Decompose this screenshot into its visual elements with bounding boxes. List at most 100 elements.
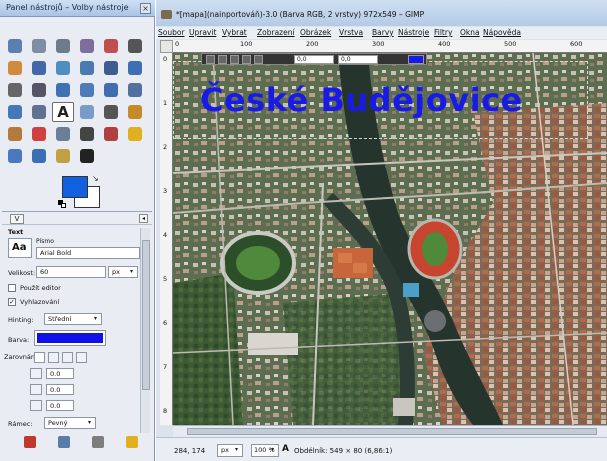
chevron-down-icon: ▾ (129, 268, 133, 275)
text-color-button[interactable] (34, 330, 106, 346)
image-canvas[interactable]: 0,0 0,0 České Budějovice (173, 53, 607, 425)
tool-glyph (8, 61, 22, 75)
perspective-icon[interactable] (124, 80, 146, 100)
scroll-thumb[interactable] (142, 240, 150, 390)
font-style-button[interactable] (206, 55, 215, 64)
scale-icon[interactable] (76, 80, 98, 100)
indent-input[interactable]: 0.0 (46, 368, 74, 379)
align-icon[interactable] (4, 80, 26, 100)
font-input[interactable]: Arial Bold (36, 247, 140, 259)
menu-item[interactable]: Upravit (189, 27, 216, 39)
menu-item[interactable]: Barvy (372, 27, 394, 39)
airbrush-icon[interactable] (52, 124, 74, 144)
swap-colors-icon[interactable]: ↘ (92, 174, 99, 183)
strike-button[interactable] (254, 55, 263, 64)
dodge-burn-icon[interactable] (124, 124, 146, 144)
measure-icon[interactable] (100, 58, 122, 78)
flip-icon[interactable] (4, 102, 26, 122)
heal-icon[interactable] (76, 102, 98, 122)
use-editor-checkbox[interactable] (8, 284, 16, 292)
ink-icon[interactable] (76, 124, 98, 144)
hinting-select[interactable]: Střední ▾ (44, 313, 102, 325)
underline-button[interactable] (242, 55, 251, 64)
menu-item[interactable]: Filtry (434, 27, 452, 39)
paintbrush-icon[interactable] (4, 124, 26, 144)
blur-icon[interactable] (28, 146, 50, 166)
menu-item[interactable]: Nápověda (483, 27, 521, 39)
restore-options-icon[interactable] (58, 436, 70, 448)
menu-item[interactable]: Zobrazení (257, 27, 295, 39)
menu-item[interactable]: Okna (460, 27, 480, 39)
justify-center-button[interactable] (62, 352, 73, 363)
by-color-select-icon[interactable] (100, 36, 122, 56)
rotate-icon[interactable] (52, 80, 74, 100)
delete-options-icon[interactable] (92, 436, 104, 448)
menu-item[interactable]: Vybrat (222, 27, 247, 39)
smudge-icon[interactable] (52, 146, 74, 166)
reset-options-icon[interactable] (126, 436, 138, 448)
line-spacing-input[interactable]: 0.0 (46, 384, 74, 395)
toolbox-panel: Panel nástrojů – Volby nástroje × A ↘ V … (0, 0, 155, 461)
unit-select[interactable]: px ▾ (217, 444, 243, 457)
size-unit-select[interactable]: px ▾ (108, 266, 138, 278)
foreground-select-icon[interactable] (4, 58, 26, 78)
ruler-label: 300 (372, 40, 385, 48)
text-color-chip[interactable] (408, 55, 424, 64)
baseline-field[interactable]: 0,0 (294, 55, 334, 64)
box-select[interactable]: Pevný ▾ (44, 417, 96, 429)
tool-glyph (128, 105, 142, 119)
kerning-field[interactable]: 0,0 (338, 55, 378, 64)
blend-icon[interactable] (100, 102, 122, 122)
rect-select-icon[interactable] (4, 36, 26, 56)
close-icon[interactable]: × (140, 3, 151, 14)
save-options-icon[interactable] (24, 436, 36, 448)
clone-icon[interactable] (100, 124, 122, 144)
color-picker-icon[interactable] (52, 58, 74, 78)
cage-icon[interactable] (28, 102, 50, 122)
zoom-select[interactable]: 100 % ▾ (251, 444, 279, 457)
zoom-icon[interactable] (76, 58, 98, 78)
letter-spacing-input[interactable]: 0.0 (46, 400, 74, 411)
menu-item[interactable]: Vrstva (339, 27, 363, 39)
crop-icon[interactable] (28, 80, 50, 100)
italic-button[interactable] (230, 55, 239, 64)
fg-bg-color-area[interactable]: ↘ (58, 172, 104, 212)
justify-right-button[interactable] (48, 352, 59, 363)
fuzzy-select-icon[interactable] (76, 36, 98, 56)
default-colors-icon[interactable] (58, 200, 66, 208)
dodge-icon[interactable] (76, 146, 98, 166)
menu-item[interactable]: Nástroje (398, 27, 429, 39)
quick-mask-corner[interactable] (160, 40, 173, 53)
size-unit-value: px (112, 268, 120, 276)
eraser-icon[interactable] (28, 124, 50, 144)
bucket-fill-icon[interactable] (4, 146, 26, 166)
tab-menu-icon[interactable]: ◂ (139, 214, 148, 223)
antialias-checkbox[interactable]: ✓ (8, 298, 16, 306)
options-scrollbar[interactable] (140, 228, 150, 433)
horizontal-ruler[interactable]: 0 100 200 300 400 500 600 (173, 40, 607, 53)
move-icon[interactable] (124, 58, 146, 78)
font-preview-button[interactable]: Aa (8, 238, 32, 258)
menu-item[interactable]: Soubor (158, 27, 185, 39)
size-input[interactable]: 60 (36, 266, 106, 278)
tool-options-tab-icon[interactable]: V (10, 214, 24, 224)
pencil-icon[interactable] (124, 102, 146, 122)
justify-left-button[interactable] (34, 352, 45, 363)
text-tool-icon[interactable]: A (52, 102, 74, 122)
image-titlebar[interactable]: *[mapa](nainportováň)-3.0 (Barva RGB, 2 … (156, 0, 607, 26)
scroll-thumb[interactable] (187, 428, 597, 435)
vertical-ruler[interactable]: 0 1 2 3 4 5 6 7 8 (160, 53, 173, 425)
menu-item[interactable]: Obrázek (300, 27, 331, 39)
text-color-label: Barva: (8, 336, 30, 344)
foreground-color-swatch[interactable] (62, 176, 88, 198)
toolbox-titlebar[interactable]: Panel nástrojů – Volby nástroje × (0, 0, 155, 17)
paths-icon[interactable] (28, 58, 50, 78)
ellipse-select-icon[interactable] (28, 36, 50, 56)
free-select-icon[interactable] (52, 36, 74, 56)
justify-fill-button[interactable] (76, 352, 87, 363)
scissors-select-icon[interactable] (124, 36, 146, 56)
shear-icon[interactable] (100, 80, 122, 100)
horizontal-scrollbar[interactable] (173, 425, 607, 437)
bold-button[interactable] (218, 55, 227, 64)
canvas-text-layer[interactable]: České Budějovice (200, 81, 523, 119)
